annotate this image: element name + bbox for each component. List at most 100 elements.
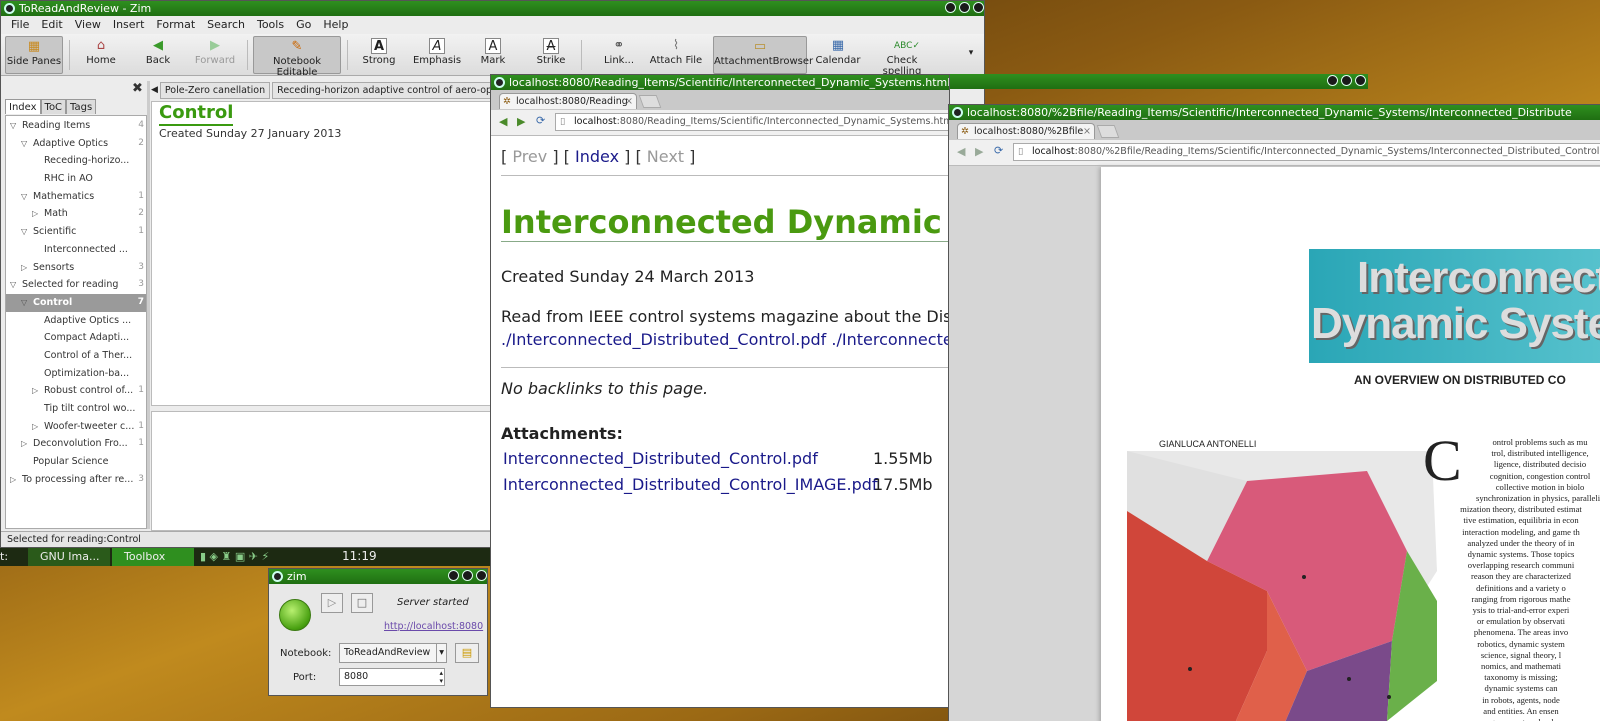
window-menu-icon[interactable] [494, 77, 505, 88]
close-icon[interactable] [973, 2, 984, 13]
calendar-button[interactable]: ▦ Calendar [815, 36, 861, 74]
close-icon[interactable] [1355, 75, 1366, 86]
menu-file[interactable]: File [11, 16, 29, 34]
chrome2-tab[interactable]: ✲ localhost:8080/%2Bfile × [957, 123, 1095, 139]
page-editor[interactable]: Control Created Sunday 27 January 2013 [151, 101, 491, 406]
tree-item[interactable]: ▽ Adaptive Optics 2 [6, 135, 146, 153]
toolbar-overflow-icon[interactable]: ▾ [963, 48, 979, 62]
expander-open-icon[interactable]: ▽ [21, 294, 27, 312]
spinner-arrows-icon[interactable]: ▴ ▾ [439, 669, 443, 685]
expander-closed-icon[interactable]: ▷ [32, 418, 38, 436]
tree-item[interactable]: RHC in AO [6, 170, 146, 188]
attachment-link[interactable]: Interconnected_Distributed_Control.pdf [503, 449, 818, 468]
server-url-link[interactable]: http://localhost:8080 [384, 621, 483, 632]
zim-titlebar[interactable]: ToReadAndReview - Zim [1, 1, 984, 16]
attach-file-button[interactable]: ⌇ Attach File [649, 36, 703, 74]
mark-button[interactable]: A Mark [473, 36, 513, 74]
tree-item[interactable]: ▽ Mathematics 1 [6, 188, 146, 206]
tree-item[interactable]: Popular Science [6, 453, 146, 471]
tree-item[interactable]: ▽ Selected for reading 3 [6, 276, 146, 294]
back-icon[interactable]: ◀ [957, 145, 965, 158]
forward-icon[interactable]: ▶ [975, 145, 983, 158]
menu-view[interactable]: View [75, 16, 101, 34]
expander-open-icon[interactable]: ▽ [10, 117, 16, 135]
menu-edit[interactable]: Edit [41, 16, 62, 34]
chrome2-titlebar[interactable]: localhost:8080/%2Bfile/Reading_Items/Sci… [949, 105, 1600, 120]
attachment-browser-button[interactable]: ▭ AttachmentBrowser [713, 36, 813, 74]
forward-button[interactable]: ▶ Forward [191, 36, 239, 74]
maximize-icon[interactable] [1341, 75, 1352, 86]
check-spelling-button[interactable]: ABC✓ Check spelling [867, 36, 937, 77]
minimize-icon[interactable] [945, 2, 956, 13]
minimize-icon[interactable] [448, 570, 459, 581]
tab-tags[interactable]: Tags [66, 99, 97, 114]
minimize-icon[interactable] [1327, 75, 1338, 86]
tree-item[interactable]: ▽ Scientific 1 [6, 223, 146, 241]
link-button[interactable]: ⚭ Link... [597, 36, 641, 74]
close-side-pane-icon[interactable]: ✖ [132, 81, 143, 96]
tree-item[interactable]: ▽ Reading Items 4 [6, 117, 146, 135]
expander-closed-icon[interactable]: ▷ [10, 471, 16, 489]
menu-go[interactable]: Go [296, 16, 311, 34]
tab-index[interactable]: Index [5, 99, 41, 114]
expander-closed-icon[interactable]: ▷ [21, 259, 27, 277]
tree-item[interactable]: Optimization-ba... [6, 365, 146, 383]
chrome1-titlebar[interactable]: localhost:8080/Reading_Items/Scientific/… [491, 75, 949, 90]
port-spinner[interactable]: 8080 ▴ ▾ [339, 668, 445, 686]
taskbar-item[interactable]: t: [0, 550, 8, 563]
home-button[interactable]: ⌂ Home [79, 36, 123, 74]
open-notebook-button[interactable]: ▤ [455, 643, 479, 663]
tree-item[interactable]: ▷ Deconvolution Fro... 1 [6, 435, 146, 453]
prev-link[interactable]: Prev [512, 147, 547, 166]
tree-item[interactable]: Receding-horizo... [6, 152, 146, 170]
reload-icon[interactable]: ⟳ [536, 114, 545, 127]
strong-button[interactable]: A Strong [359, 36, 399, 74]
notebook-editable-button[interactable]: ✎ Notebook Editable [253, 36, 341, 78]
menu-format[interactable]: Format [156, 16, 195, 34]
tree-item[interactable]: Tip tilt control wo... [6, 400, 146, 418]
window-menu-icon[interactable] [4, 3, 15, 14]
pane-splitter[interactable] [147, 81, 150, 529]
chrome1-titlebar-ext[interactable] [950, 74, 1368, 89]
tree-item[interactable]: ▽ Control 7 [6, 293, 146, 312]
expander-open-icon[interactable]: ▽ [21, 135, 27, 153]
tree-item[interactable]: ▷ Robust control of... 1 [6, 382, 146, 400]
close-tab-icon[interactable]: × [1083, 124, 1091, 139]
window-menu-icon[interactable] [272, 571, 283, 582]
expander-closed-icon[interactable]: ▷ [32, 205, 38, 223]
forward-icon[interactable]: ▶ [517, 115, 525, 128]
index-link[interactable]: Index [575, 147, 619, 166]
tree-item[interactable]: ▷ Sensorts 3 [6, 259, 146, 277]
side-panes-button[interactable]: ▦ Side Panes [5, 36, 63, 74]
menu-tools[interactable]: Tools [257, 16, 284, 34]
tree-item[interactable]: Compact Adapti... [6, 329, 146, 347]
emphasis-button[interactable]: A Emphasis [411, 36, 463, 74]
menu-insert[interactable]: Insert [113, 16, 145, 34]
start-server-button[interactable]: ▷ [321, 593, 343, 613]
taskbar-item-gimp[interactable]: GNU Ima... [28, 548, 110, 566]
notebook-select[interactable]: ToReadAndReview ▾ [339, 643, 447, 663]
expander-closed-icon[interactable]: ▷ [32, 382, 38, 400]
back-button[interactable]: ◀ Back [136, 36, 180, 74]
taskbar-item-toolbox[interactable]: Toolbox [112, 548, 194, 566]
reload-icon[interactable]: ⟳ [994, 144, 1003, 157]
tree-item[interactable]: Control of a Ther... [6, 347, 146, 365]
tree-item[interactable]: Interconnected ... [6, 241, 146, 259]
maximize-icon[interactable] [462, 570, 473, 581]
tree-item[interactable]: Adaptive Optics ... [6, 312, 146, 330]
window-menu-icon[interactable] [952, 107, 963, 118]
chrome1-address-bar[interactable]: ▯ localhost:8080/Reading_Items/Scientific… [555, 113, 949, 131]
tree-item[interactable]: ▷ To processing after re... 3 [6, 471, 146, 489]
menu-search[interactable]: Search [207, 16, 245, 34]
chrome2-address-bar[interactable]: ▯ localhost:8080/%2Bfile/Reading_Items/Sc… [1013, 143, 1600, 161]
attachment-link[interactable]: Interconnected_Distributed_Control_IMAGE… [503, 475, 878, 494]
tree-item[interactable]: ▷ Woofer-tweeter c... 1 [6, 418, 146, 436]
chrome1-tab[interactable]: ✲ localhost:8080/Reading × [499, 93, 637, 109]
expander-open-icon[interactable]: ▽ [21, 188, 27, 206]
back-icon[interactable]: ◀ [499, 115, 507, 128]
pathbar-item[interactable]: Pole-Zero canellation [159, 81, 271, 99]
expander-open-icon[interactable]: ▽ [10, 276, 16, 294]
close-tab-icon[interactable]: × [625, 94, 633, 109]
next-link[interactable]: Next [647, 147, 684, 166]
expander-closed-icon[interactable]: ▷ [21, 435, 27, 453]
